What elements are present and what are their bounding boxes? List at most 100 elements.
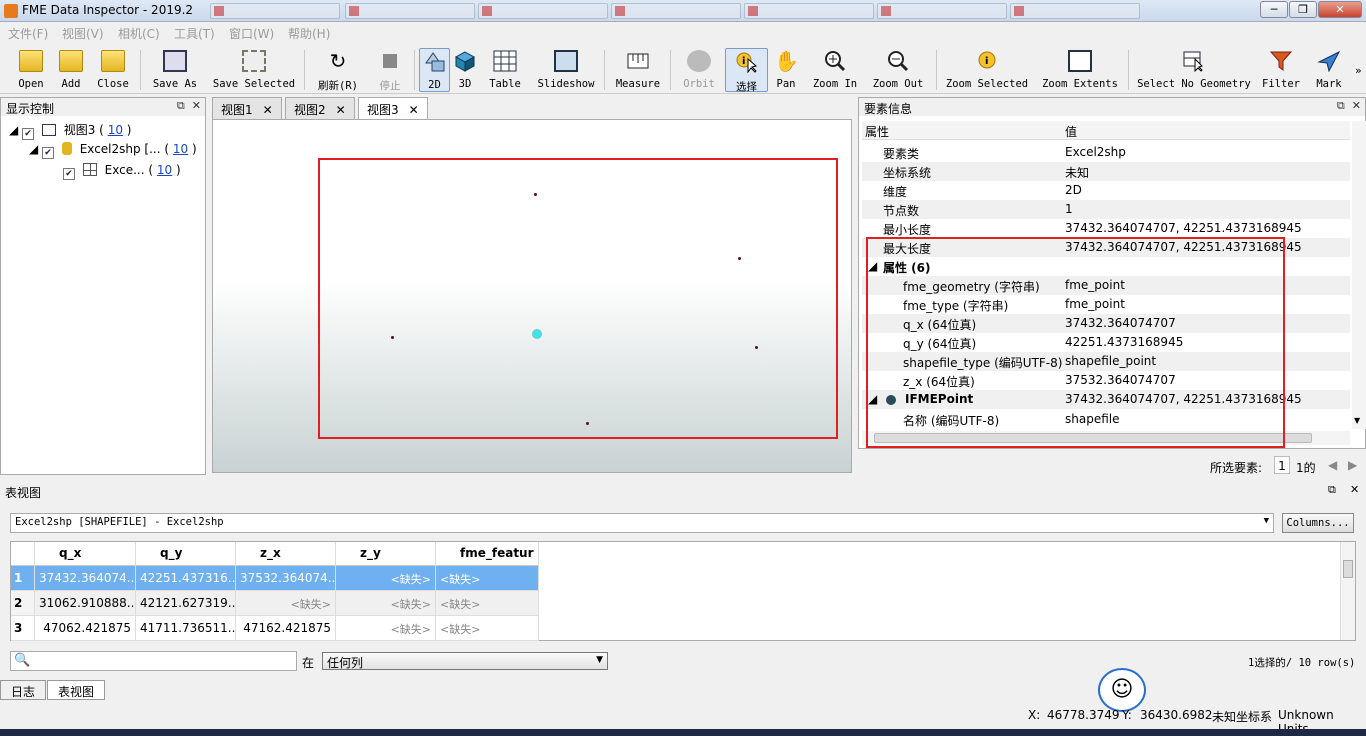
search-input[interactable]: 🔍 bbox=[10, 651, 297, 671]
view-icon bbox=[41, 124, 56, 136]
float-icon[interactable]: ⧉ bbox=[177, 99, 185, 112]
select-no-geometry-button[interactable]: Select No Geometry bbox=[1136, 48, 1252, 92]
save-selected-button[interactable]: Save Selected bbox=[212, 48, 296, 92]
collapse-arrow-icon[interactable]: ◢ bbox=[29, 142, 38, 156]
columns-button[interactable]: Columns... bbox=[1282, 513, 1354, 533]
float-icon[interactable]: ⧉ bbox=[1328, 483, 1336, 497]
select-no-geometry-icon bbox=[1182, 50, 1206, 73]
menu-tools[interactable]: 工具(T) bbox=[174, 25, 215, 42]
window-close-button[interactable]: ✕ bbox=[1318, 1, 1362, 18]
close-icon[interactable]: ✕ bbox=[192, 99, 201, 112]
info-row[interactable]: 节点数 1 bbox=[862, 200, 1350, 219]
stop-button[interactable]: 停止 bbox=[370, 48, 410, 92]
tab-table-view[interactable]: 表视图 bbox=[47, 680, 106, 700]
visibility-checkbox[interactable]: ✔ bbox=[22, 128, 35, 140]
maximize-button[interactable]: ❐ bbox=[1289, 1, 1317, 18]
tree-item-dataset[interactable]: ◢ ✔ Excel2shp [... ( 10 ) bbox=[29, 142, 197, 160]
float-icon[interactable]: ⧉ bbox=[1337, 99, 1345, 112]
minimize-button[interactable]: ─ bbox=[1260, 1, 1288, 18]
info-row[interactable]: 维度 2D bbox=[862, 181, 1350, 200]
background-window-tab[interactable] bbox=[1010, 3, 1140, 19]
tab-view2[interactable]: 视图2 ✕ bbox=[285, 97, 355, 119]
pan-button[interactable]: ✋ Pan bbox=[771, 48, 801, 92]
menu-window[interactable]: 窗口(W) bbox=[229, 25, 274, 42]
close-icon[interactable]: ✕ bbox=[1352, 99, 1361, 112]
vertical-scrollbar[interactable]: ▼ bbox=[1352, 121, 1366, 429]
refresh-button[interactable]: ↻ 刷新(R) bbox=[314, 48, 362, 92]
column-header[interactable]: q_y bbox=[136, 542, 236, 566]
visibility-checkbox[interactable]: ✔ bbox=[42, 147, 55, 159]
background-window-tab[interactable] bbox=[744, 3, 874, 19]
background-window-tab[interactable] bbox=[877, 3, 1007, 19]
close-button[interactable]: Close bbox=[94, 48, 132, 92]
background-window-tab[interactable] bbox=[345, 3, 475, 19]
zoom-in-icon bbox=[823, 50, 847, 72]
background-window-tab[interactable] bbox=[210, 3, 340, 19]
close-icon[interactable]: ✕ bbox=[263, 103, 273, 117]
coordinate-system: 未知坐标系 bbox=[1212, 710, 1273, 724]
bottom-tab-bar: 日志 表视图 bbox=[0, 680, 1366, 700]
tree-item-featuretype[interactable]: ✔ Exce... ( 10 ) bbox=[63, 163, 181, 181]
column-header[interactable]: z_y bbox=[336, 542, 436, 566]
layer-dropdown[interactable]: Excel2shp [SHAPEFILE] - Excel2shp ▼ bbox=[10, 513, 1274, 533]
background-window-tab[interactable] bbox=[478, 3, 608, 19]
hand-icon: ✋ bbox=[774, 49, 799, 73]
selected-index-field[interactable]: 1 bbox=[1274, 456, 1290, 474]
tab-log[interactable]: 日志 bbox=[0, 680, 47, 700]
table-button[interactable]: Table bbox=[486, 48, 524, 92]
zoom-selected-icon: i bbox=[975, 50, 999, 72]
select-button[interactable]: i 选择 bbox=[725, 48, 768, 93]
tab-view3[interactable]: 视图3 ✕ bbox=[358, 97, 428, 120]
toolbar-overflow-icon[interactable]: » bbox=[1355, 64, 1362, 77]
status-bar: X: 46778.3749 Y: 36430.6982 未知坐标系 Unknow… bbox=[0, 703, 1366, 736]
save-as-button[interactable]: Save As bbox=[150, 48, 200, 92]
orbit-button[interactable]: Orbit bbox=[680, 48, 718, 92]
view-2d-button[interactable]: 2D bbox=[419, 48, 450, 92]
column-filter-dropdown[interactable]: 任何列 ▼ bbox=[322, 652, 608, 670]
menu-file[interactable]: 文件(F) bbox=[8, 25, 48, 42]
close-icon[interactable]: ✕ bbox=[409, 103, 419, 117]
collapse-arrow-icon[interactable]: ◢ bbox=[9, 123, 18, 137]
add-button[interactable]: Add bbox=[54, 48, 88, 92]
orbit-icon bbox=[687, 50, 711, 72]
funnel-icon bbox=[1269, 50, 1293, 72]
slideshow-button[interactable]: Slideshow bbox=[536, 48, 596, 92]
zoom-selected-button[interactable]: i Zoom Selected bbox=[944, 48, 1030, 92]
selection-navigator: 所选要素: 1 1的 ◀ ▶ bbox=[1210, 456, 1358, 475]
panel-title: 显示控制 bbox=[6, 102, 55, 116]
open-button[interactable]: Open bbox=[12, 48, 50, 92]
info-row[interactable]: 坐标系统 未知 bbox=[862, 162, 1350, 181]
mark-button[interactable]: Mark bbox=[1310, 48, 1348, 92]
tab-view1[interactable]: 视图1 ✕ bbox=[212, 97, 282, 119]
menu-view[interactable]: 视图(V) bbox=[62, 25, 104, 42]
close-icon[interactable]: ✕ bbox=[336, 103, 346, 117]
grid-header: 属性值 bbox=[862, 121, 1350, 140]
info-row[interactable]: 最小长度 37432.364074707, 42251.4373168945 bbox=[862, 219, 1350, 238]
view-3d-button[interactable]: 3D bbox=[452, 48, 478, 92]
background-window-tab[interactable] bbox=[611, 3, 741, 19]
previous-icon[interactable]: ◀ bbox=[1328, 458, 1337, 472]
tree-item-view3[interactable]: ◢ ✔ 视图3 ( 10 ) bbox=[9, 121, 131, 140]
toolbar-separator bbox=[414, 50, 415, 90]
scrollbar-thumb[interactable] bbox=[1343, 560, 1353, 578]
menu-help[interactable]: 帮助(H) bbox=[288, 25, 330, 42]
column-header[interactable]: q_x bbox=[35, 542, 136, 566]
column-header[interactable]: z_x bbox=[236, 542, 336, 566]
vertical-scrollbar[interactable] bbox=[1340, 542, 1355, 640]
view-tab-bar: 视图1 ✕ 视图2 ✕ 视图3 ✕ bbox=[212, 97, 852, 120]
save-as-icon bbox=[163, 50, 187, 72]
zoom-in-button[interactable]: Zoom In bbox=[810, 48, 860, 92]
measure-button[interactable]: Measure bbox=[614, 48, 662, 92]
zoom-extents-button[interactable]: Zoom Extents bbox=[1040, 48, 1120, 92]
menu-camera[interactable]: 相机(C) bbox=[118, 25, 160, 42]
visibility-checkbox[interactable]: ✔ bbox=[63, 168, 75, 180]
info-row[interactable]: 要素类 Excel2shp bbox=[862, 143, 1350, 162]
scroll-down-icon[interactable]: ▼ bbox=[1354, 416, 1360, 425]
close-icon[interactable]: ✕ bbox=[1350, 483, 1359, 496]
column-header[interactable]: fme_featur bbox=[436, 542, 539, 566]
slideshow-icon bbox=[554, 50, 578, 72]
filter-button[interactable]: Filter bbox=[1258, 48, 1304, 92]
zoom-out-button[interactable]: Zoom Out bbox=[870, 48, 926, 92]
next-icon[interactable]: ▶ bbox=[1348, 458, 1357, 472]
toolbar-separator bbox=[1128, 50, 1129, 90]
